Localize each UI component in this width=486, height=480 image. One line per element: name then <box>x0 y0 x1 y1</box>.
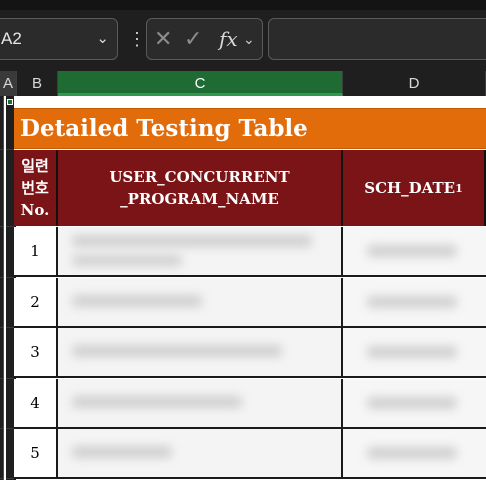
header-date-label: SCH_DATE <box>364 179 456 197</box>
fill-handle[interactable] <box>7 99 13 105</box>
row-number-cell[interactable]: 1 <box>14 227 58 275</box>
table-title: Detailed Testing Table <box>20 115 308 142</box>
column-header-bar: A B C D <box>0 71 486 96</box>
program-name-cell-blurred[interactable] <box>58 328 343 376</box>
header-serial-line2: 번호 <box>21 179 49 197</box>
column-header-d[interactable]: D <box>343 71 486 96</box>
row-number-cell[interactable]: 4 <box>14 379 58 427</box>
name-box[interactable]: A2 ⌄ <box>0 18 118 60</box>
name-box-value: A2 <box>1 29 22 48</box>
header-program-name[interactable]: USER_CONCURRENT _PROGRAM_NAME <box>58 150 343 226</box>
table-row[interactable]: 4 <box>14 379 486 429</box>
insert-function-button[interactable]: fx <box>219 19 238 59</box>
column-header-a[interactable]: A <box>0 71 17 96</box>
header-program-line1: USER_CONCURRENT <box>109 168 290 186</box>
row-number-cell[interactable]: 3 <box>14 328 58 376</box>
program-name-cell-blurred[interactable] <box>58 278 343 326</box>
table-row[interactable]: 2 <box>14 278 486 328</box>
table-title-band[interactable]: Detailed Testing Table <box>14 108 486 149</box>
row-number-cell[interactable]: 5 <box>14 429 58 477</box>
program-name-cell-blurred[interactable] <box>58 227 343 275</box>
chevron-down-icon[interactable]: ⌄ <box>243 19 255 59</box>
ribbon-edge <box>0 0 486 10</box>
table-row[interactable]: 3 <box>14 328 486 378</box>
active-cell-border <box>3 96 6 480</box>
formula-bar: A2 ⌄ ⋮ ✕ ✓ fx ⌄ <box>0 0 486 71</box>
table-row[interactable]: 1 <box>14 227 486 277</box>
cancel-icon[interactable]: ✕ <box>154 19 172 59</box>
date-cell-blurred[interactable] <box>343 379 486 427</box>
table-row[interactable]: 5 <box>14 429 486 479</box>
vertical-ellipsis-icon[interactable]: ⋮ <box>128 22 146 56</box>
header-serial-number[interactable]: 일련 번호 No. <box>14 150 58 226</box>
column-header-c[interactable]: C <box>58 71 343 96</box>
header-serial-line1: 일련 <box>21 157 49 175</box>
formula-input[interactable] <box>268 18 486 60</box>
header-serial-line3: No. <box>20 201 50 219</box>
date-cell-blurred[interactable] <box>343 328 486 376</box>
header-program-line2: _PROGRAM_NAME <box>120 190 279 208</box>
worksheet-grid[interactable]: Detailed Testing Table 일련 번호 No. USER_CO… <box>0 96 486 480</box>
date-cell-blurred[interactable] <box>343 227 486 275</box>
date-cell-blurred[interactable] <box>343 278 486 326</box>
chevron-down-icon[interactable]: ⌄ <box>96 19 109 59</box>
program-name-cell-blurred[interactable] <box>58 379 343 427</box>
formula-actions: ✕ ✓ fx ⌄ <box>146 18 263 60</box>
column-header-b[interactable]: B <box>17 71 58 96</box>
header-sch-date[interactable]: SCH_DATE 1 <box>343 150 486 226</box>
program-name-cell-blurred[interactable] <box>58 429 343 477</box>
header-date-subscript: 1 <box>455 181 463 195</box>
row-number-cell[interactable]: 2 <box>14 278 58 326</box>
enter-icon[interactable]: ✓ <box>184 19 202 59</box>
date-cell-blurred[interactable] <box>343 429 486 477</box>
